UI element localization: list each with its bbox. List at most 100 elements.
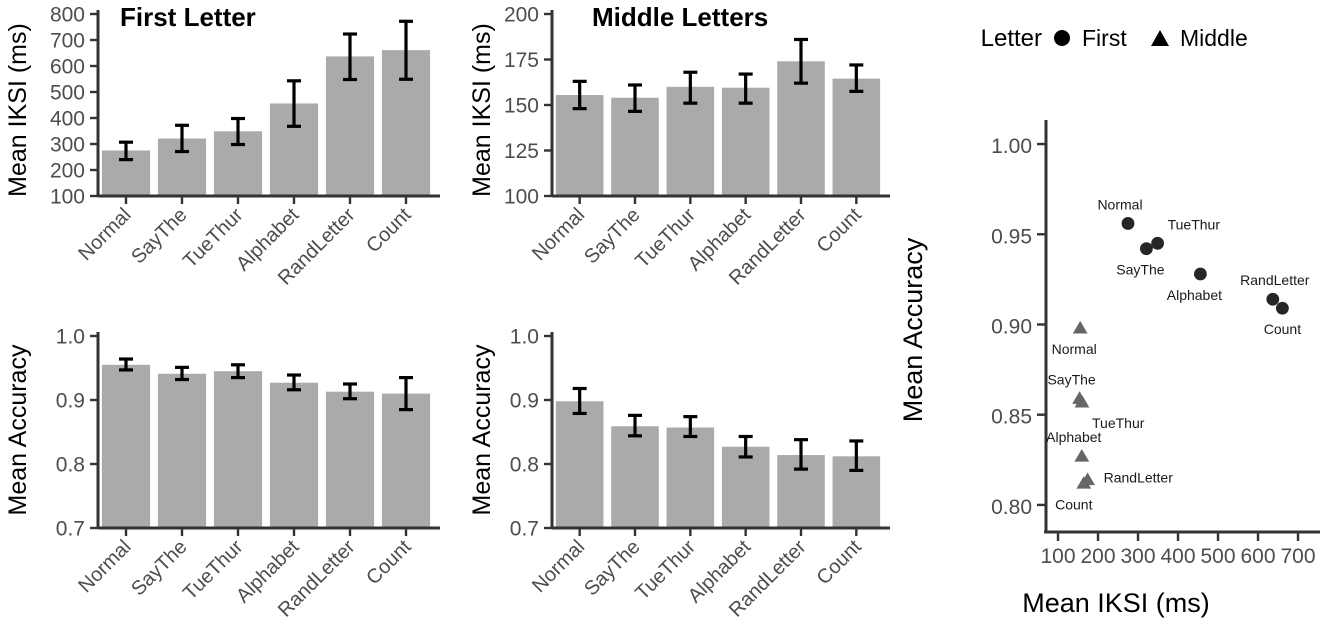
panel-title: First Letter	[120, 2, 256, 32]
y-tick-label: 0.85	[991, 406, 1032, 429]
y-tick-label: 400	[50, 108, 85, 131]
scatter-point-first-normal	[1121, 217, 1135, 230]
bar-alphabet	[269, 382, 319, 528]
scatter-point-label: Count	[1055, 496, 1092, 512]
y-tick-label: 0.8	[510, 454, 539, 477]
y-tick-label: 1.0	[56, 326, 85, 349]
scatter-point-first-count	[1276, 301, 1289, 315]
middle-letters-accuracy-svg: Mean Accuracy 0.70.80.91.0NormalSayTheTu…	[468, 326, 890, 622]
legend-label-first: First	[1082, 25, 1127, 51]
panel-middle-letters-accuracy: Mean Accuracy 0.7 0.8 0.9 1.0 Normal SayThe Tu…	[440, 300, 890, 624]
y-tick-label: 600	[50, 56, 85, 79]
bar-randletter	[325, 391, 375, 528]
y-tick-label: 100	[50, 186, 85, 209]
scatter-legend: Letter First Middle	[981, 25, 1248, 52]
x-tick-label-count: Count	[813, 536, 867, 590]
x-tick-label: 300	[1120, 545, 1155, 568]
panel-title: Middle Letters	[592, 2, 768, 32]
x-tick-label-count: Count	[362, 536, 416, 590]
x-tick-label-count: Count	[813, 204, 867, 258]
x-tick-label-normal: Normal	[74, 204, 135, 265]
y-tick-label: 0.9	[56, 390, 85, 413]
middle-letters-iksi-svg: Mean IKSI (ms) Middle Letters 100 125 150 1…	[468, 2, 890, 290]
y-tick-label: 175	[504, 49, 539, 72]
triangle-marker-icon	[1151, 30, 1169, 46]
x-tick-label: 700	[1280, 545, 1315, 568]
plot-area: 0.80 0.85 0.90 0.95 1.00 100 200 300 400 500 600 70…	[991, 120, 1320, 568]
bar-tuethur	[213, 371, 263, 528]
y-tick-label: 0.90	[991, 315, 1032, 338]
first-letter-iksi-svg: Mean IKSI (ms) First Letter 100 200 300 400…	[4, 2, 440, 290]
scatter-point-first-tuethur	[1151, 236, 1164, 250]
bar-normal	[555, 401, 604, 528]
scatter-svg: Letter First Middle Mean Accuracy Mean I…	[898, 25, 1320, 618]
bar-count	[832, 78, 881, 196]
y-axis-title: Mean Accuracy	[4, 344, 32, 515]
panel-accuracy-vs-iksi-scatter: Letter First Middle Mean Accuracy Mean I…	[890, 0, 1320, 624]
plot-area: 0.70.80.91.0NormalSayTheTueThurAlphabetR…	[56, 326, 440, 622]
scatter-point-first-saythe	[1140, 242, 1153, 256]
y-tick-label: 100	[504, 186, 539, 209]
x-tick-label: 600	[1240, 545, 1275, 568]
bar-saythe	[157, 373, 207, 528]
y-tick-label: 700	[50, 30, 85, 53]
x-axis-title: Mean IKSI (ms)	[1022, 588, 1210, 618]
plot-area: 100125150175200NormalSayTheTueThurAlphab…	[504, 4, 890, 290]
scatter-point-label: Alphabet	[1167, 287, 1222, 303]
bar-count	[381, 393, 431, 528]
x-tick-label-normal: Normal	[74, 536, 135, 597]
y-tick-label: 1.00	[991, 135, 1032, 158]
plot-area: 0.70.80.91.0NormalSayTheTueThurAlphabetR…	[510, 326, 890, 622]
y-axis-title: Mean IKSI (ms)	[468, 23, 496, 197]
scatter-point-label: Normal	[1097, 196, 1142, 212]
scatter-point-first-alphabet	[1194, 267, 1207, 281]
y-tick-label: 200	[504, 4, 539, 27]
scatter-point-label: TueThur	[1168, 216, 1221, 232]
y-tick-label: 0.9	[510, 390, 539, 413]
y-tick-label: 0.95	[991, 225, 1032, 248]
x-tick-label-normal: Normal	[528, 536, 589, 597]
y-tick-label: 800	[50, 4, 85, 27]
y-tick-label: 150	[504, 95, 539, 118]
x-tick-label: 400	[1160, 545, 1195, 568]
y-tick-label: 0.8	[56, 454, 85, 477]
scatter-point-first-randletter	[1266, 292, 1280, 306]
scatter-point-label: Normal	[1052, 341, 1097, 357]
plot-area: 100200300400500600700800NormalSayTheTueT…	[50, 4, 440, 290]
x-tick-label-normal: Normal	[528, 204, 589, 265]
legend-label-middle: Middle	[1180, 25, 1248, 51]
y-tick-label: 500	[50, 82, 85, 105]
scatter-point-middle-alphabet	[1074, 449, 1090, 462]
scatter-point-label: Alphabet	[1046, 429, 1101, 445]
y-tick-label: 1.0	[510, 326, 539, 349]
scatter-point-label: SayThe	[1116, 262, 1164, 278]
y-axis-title: Mean IKSI (ms)	[4, 23, 32, 197]
scatter-point-label: RandLetter	[1240, 272, 1310, 288]
y-tick-label: 0.7	[56, 518, 85, 541]
y-tick-label: 125	[504, 140, 539, 163]
scatter-point-label: RandLetter	[1104, 470, 1174, 486]
x-tick-label: 500	[1200, 545, 1235, 568]
x-tick-label: 200	[1080, 545, 1115, 568]
scatter-point-label: Count	[1264, 321, 1301, 337]
bar-tuethur	[666, 427, 715, 528]
bar-alphabet	[721, 446, 770, 528]
scatter-point-middle-normal	[1072, 320, 1088, 334]
y-tick-label: 0.80	[991, 496, 1032, 519]
y-tick-label: 200	[50, 160, 85, 183]
panel-first-letter-iksi: Mean IKSI (ms) First Letter 100 200 300 400…	[0, 0, 440, 300]
x-tick-label-count: Count	[362, 204, 416, 258]
circle-marker-icon	[1054, 30, 1070, 46]
legend-title: Letter	[981, 25, 1042, 52]
panel-first-letter-accuracy: Mean Accuracy 0.7 0.8 0.9 1.0 Normal SayThe Tu…	[0, 300, 440, 624]
y-tick-label: 0.7	[510, 518, 539, 541]
x-tick-label: 100	[1040, 545, 1075, 568]
bar-saythe	[611, 426, 659, 528]
bar-normal	[101, 364, 151, 528]
y-axis-title: Mean Accuracy	[898, 237, 928, 422]
first-letter-accuracy-svg: Mean Accuracy 0.70.80.91.0NormalSayTheTu…	[4, 326, 440, 622]
scatter-point-label: SayThe	[1047, 371, 1095, 387]
panel-middle-letters-iksi: Mean IKSI (ms) Middle Letters 100 125 150 1…	[440, 0, 890, 300]
y-tick-label: 300	[50, 134, 85, 157]
y-axis-title: Mean Accuracy	[468, 344, 496, 515]
